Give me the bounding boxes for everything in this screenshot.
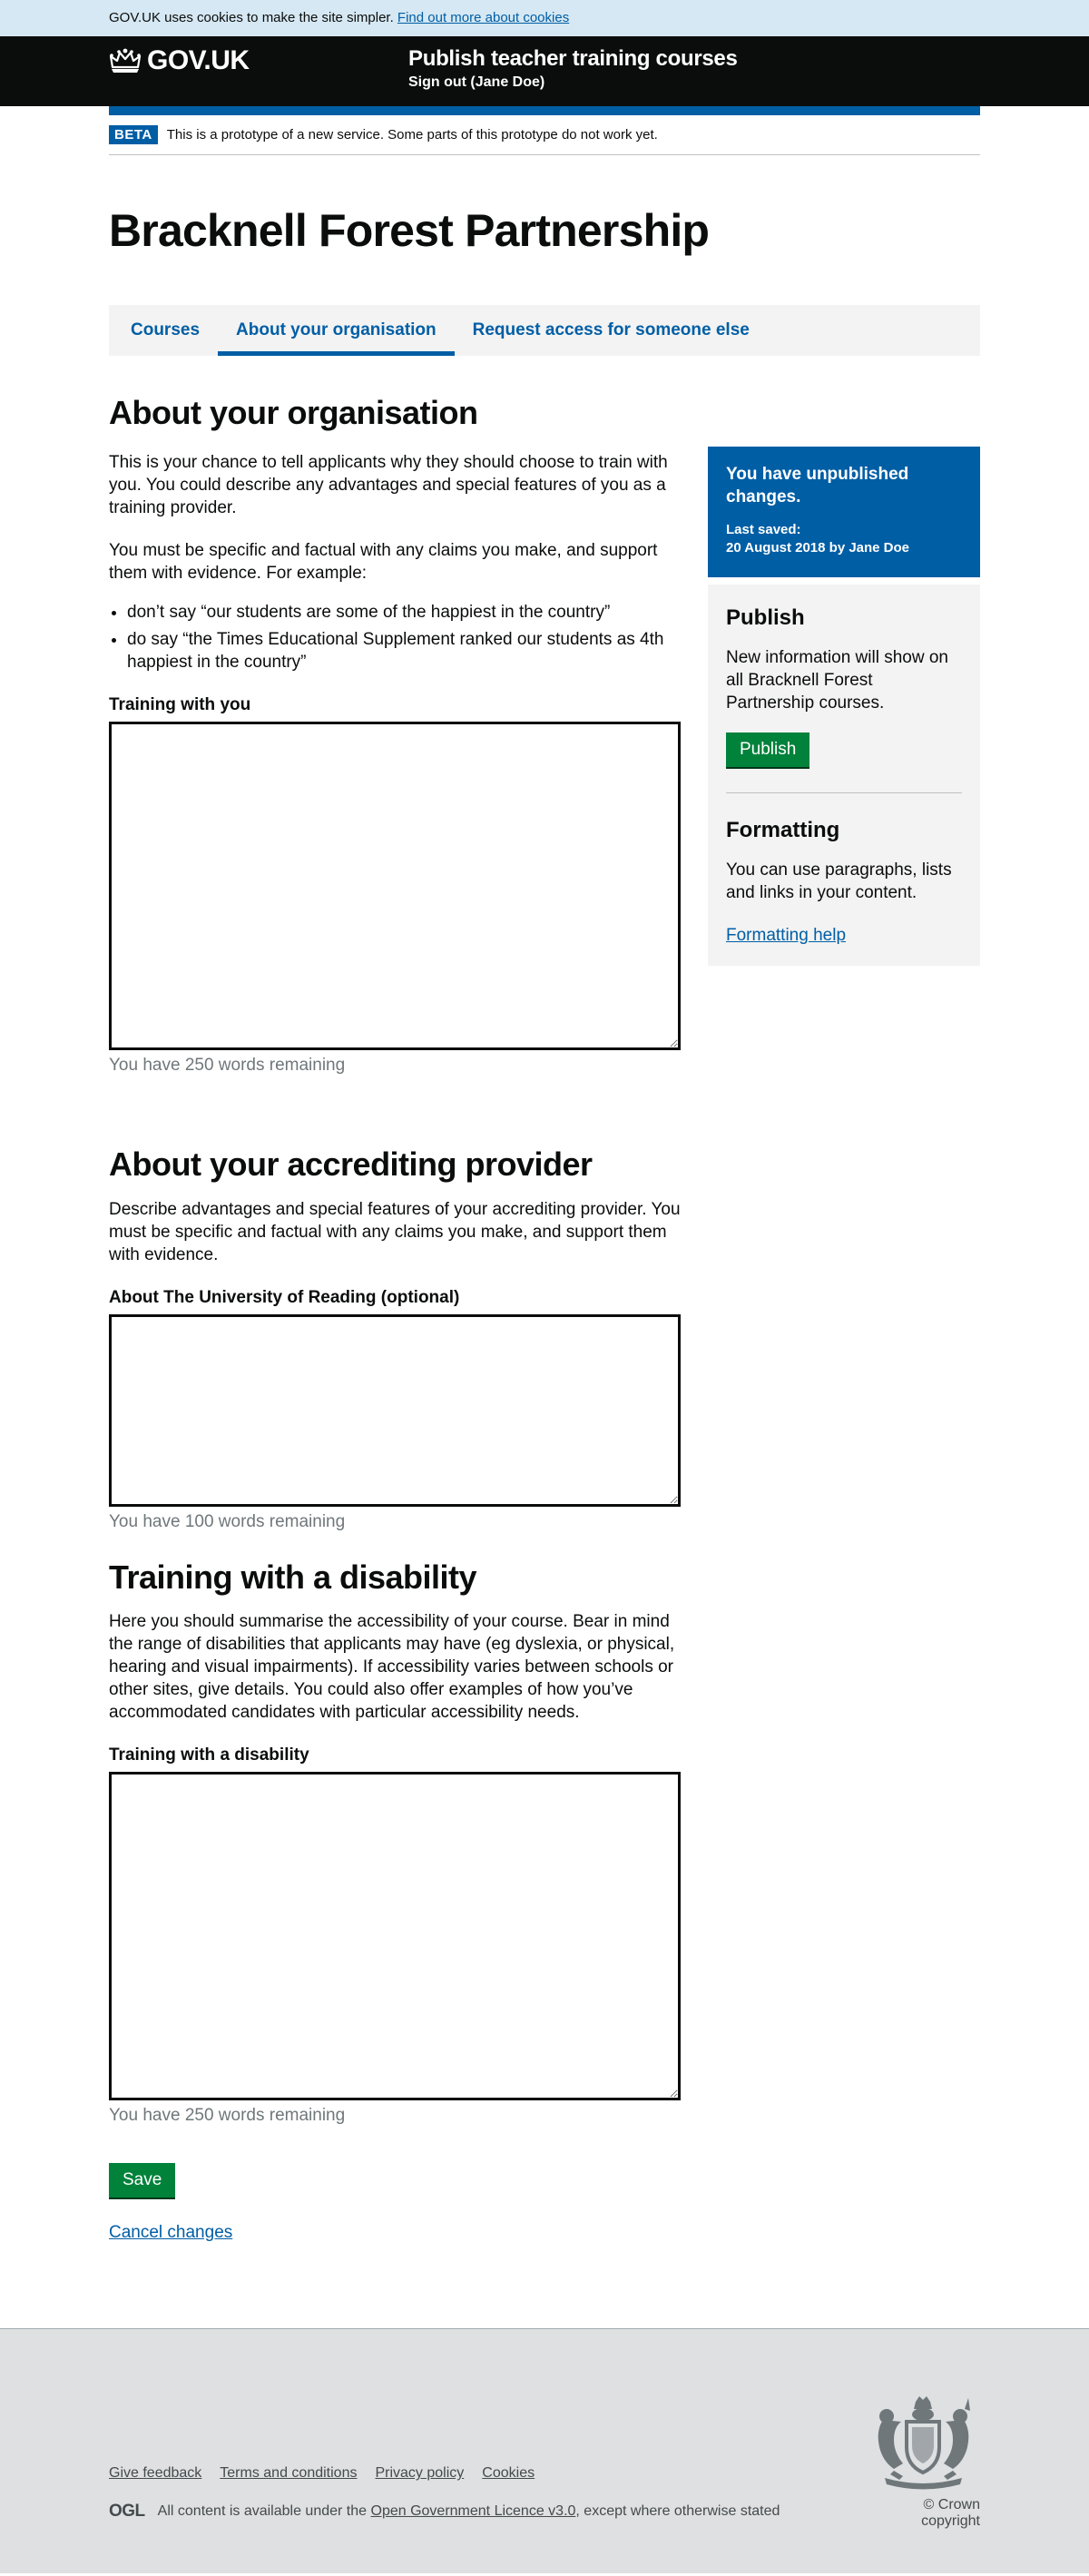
training-with-you-label: Training with you xyxy=(109,695,251,715)
beta-tag: BETA xyxy=(109,125,158,144)
last-saved-label: Last saved: xyxy=(726,522,801,537)
publish-button[interactable]: Publish xyxy=(726,732,810,767)
phase-banner: BETA This is a prototype of a new servic… xyxy=(109,115,980,155)
save-button[interactable]: Save xyxy=(109,2163,176,2198)
unpublished-notice: You have unpublished changes. Last saved… xyxy=(708,447,980,577)
formatting-heading: Formatting xyxy=(726,818,840,842)
list-item: do say “the Times Educational Supplement… xyxy=(127,628,681,673)
footer-link-privacy[interactable]: Privacy policy xyxy=(375,2465,464,2482)
tab-courses[interactable]: Courses xyxy=(113,305,218,356)
footer-link-cookies[interactable]: Cookies xyxy=(482,2465,535,2482)
signout-link[interactable]: Sign out (Jane Doe) xyxy=(408,74,738,91)
disability-label: Training with a disability xyxy=(109,1745,309,1765)
about-intro: This is your chance to tell applicants w… xyxy=(109,453,668,518)
crown-icon xyxy=(109,48,142,73)
formatting-text: You can use paragraphs, lists and links … xyxy=(726,860,952,902)
accrediting-label: About The University of Reading (optiona… xyxy=(109,1287,460,1307)
header-accent-bar xyxy=(109,106,980,115)
disability-textarea[interactable] xyxy=(109,1772,681,2101)
examples-list: don’t say “our students are some of the … xyxy=(127,601,681,673)
form-actions: Save xyxy=(109,2163,681,2198)
cookie-text: GOV.UK uses cookies to make the site sim… xyxy=(109,10,394,25)
site-header: GOV.UK Publish teacher training courses … xyxy=(0,36,1089,106)
accrediting-intro: Describe advantages and special features… xyxy=(109,1199,681,1264)
publish-text: New information will show on all Brackne… xyxy=(726,648,948,713)
publish-heading: Publish xyxy=(726,605,805,630)
tab-nav: Courses About your organisation Request … xyxy=(109,305,980,356)
phase-text: This is a prototype of a new service. So… xyxy=(166,127,658,143)
accrediting-word-count: You have 100 words remaining xyxy=(109,1511,346,1531)
logo-text: GOV.UK xyxy=(147,45,250,75)
training-with-you-word-count: You have 250 words remaining xyxy=(109,1056,346,1076)
ogl-logo: OGL xyxy=(109,2502,145,2522)
footer-links: Give feedback Terms and conditions Priva… xyxy=(109,2465,553,2482)
about-heading: About your organisation xyxy=(109,394,478,431)
site-footer: Give feedback Terms and conditions Priva… xyxy=(0,2328,1089,2574)
crown-copyright: © Crown copyright xyxy=(921,2497,980,2530)
accrediting-textarea[interactable] xyxy=(109,1313,681,1507)
cookie-banner: GOV.UK uses cookies to make the site sim… xyxy=(0,0,1089,36)
licence-statement: OGL All content is available under the O… xyxy=(109,2502,780,2522)
sidebar: You have unpublished changes. Last saved… xyxy=(708,447,980,2243)
cookie-info-link[interactable]: Find out more about cookies xyxy=(397,10,569,25)
disability-heading: Training with a disability xyxy=(109,1558,477,1596)
formatting-help-link[interactable]: Formatting help xyxy=(726,926,846,946)
notice-title: You have unpublished changes. xyxy=(726,465,909,506)
service-header: Publish teacher training courses Sign ou… xyxy=(408,45,738,91)
page-title: Bracknell Forest Partnership xyxy=(109,205,710,256)
footer-link-terms[interactable]: Terms and conditions xyxy=(220,2465,357,2482)
disability-intro: Here you should summarise the accessibil… xyxy=(109,1612,675,1723)
royal-coat-of-arms: © Crown copyright xyxy=(867,2394,980,2530)
publish-panel: Publish New information will show on all… xyxy=(708,585,980,966)
service-name[interactable]: Publish teacher training courses xyxy=(408,45,738,73)
list-item: don’t say “our students are some of the … xyxy=(127,601,681,624)
disability-word-count: You have 250 words remaining xyxy=(109,2106,346,2126)
accrediting-heading: About your accrediting provider xyxy=(109,1145,593,1184)
licence-link[interactable]: Open Government Licence v3.0 xyxy=(371,2503,576,2520)
tab-about-your-organisation[interactable]: About your organisation xyxy=(218,305,455,356)
licence-prefix: All content is available under the xyxy=(157,2503,368,2520)
main-content: About your organisation This is your cha… xyxy=(109,394,681,2243)
footer-link-feedback[interactable]: Give feedback xyxy=(109,2465,201,2482)
last-saved-value: 20 August 2018 by Jane Doe xyxy=(726,540,910,556)
about-guidance: You must be specific and factual with an… xyxy=(109,541,658,584)
licence-suffix: , except where otherwise stated xyxy=(575,2503,780,2520)
sidebar-divider xyxy=(726,792,962,793)
tab-request-access[interactable]: Request access for someone else xyxy=(455,305,768,356)
training-with-you-textarea[interactable] xyxy=(109,722,681,1051)
last-saved: Last saved: 20 August 2018 by Jane Doe xyxy=(726,521,962,557)
cancel-changes-link[interactable]: Cancel changes xyxy=(109,2223,232,2243)
govuk-logo[interactable]: GOV.UK xyxy=(109,45,250,76)
crest-icon xyxy=(878,2396,970,2490)
